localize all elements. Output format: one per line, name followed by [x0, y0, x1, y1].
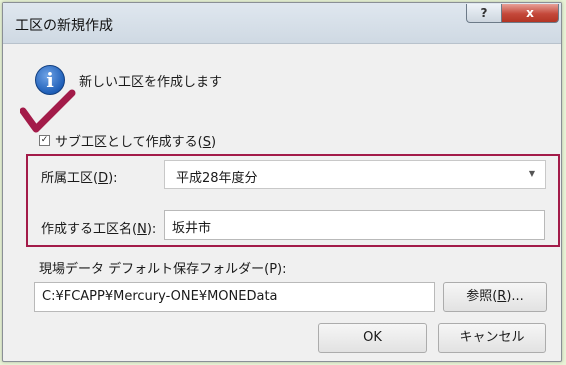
- window-title: 工区の新規作成: [15, 18, 113, 34]
- title-bar: 工区の新規作成 ? x: [3, 3, 561, 44]
- section-name-value: 坂井市: [172, 221, 212, 236]
- ok-button[interactable]: OK: [318, 323, 427, 353]
- info-message: 新しい工区を作成します: [79, 75, 223, 90]
- subtask-checkbox-label: サブ工区として作成する(S): [55, 135, 217, 150]
- chevron-down-icon[interactable]: ▼: [529, 169, 535, 178]
- default-folder-input[interactable]: C:¥FCAPP¥Mercury-ONE¥MONEData: [34, 282, 435, 312]
- default-folder-label: 現場データ デフォルト保存フォルダー(P):: [39, 262, 287, 277]
- parent-section-dropdown[interactable]: 平成28年度分 ▼: [164, 160, 546, 189]
- section-name-label: 作成する工区名(N):: [41, 222, 157, 237]
- new-section-dialog: 工区の新規作成 ? x i 新しい工区を作成します ✓ サブ工区として作成する(…: [2, 2, 562, 362]
- help-button[interactable]: ?: [466, 4, 502, 23]
- default-folder-path: C:¥FCAPP¥Mercury-ONE¥MONEData: [42, 289, 278, 304]
- subtask-checkbox[interactable]: ✓: [39, 135, 50, 146]
- parent-section-label: 所属工区(D):: [41, 171, 118, 186]
- section-name-input[interactable]: 坂井市: [164, 210, 545, 240]
- browse-button[interactable]: 参照(R)...: [443, 282, 547, 312]
- cancel-button[interactable]: キャンセル: [438, 323, 546, 353]
- subtask-checkbox-row[interactable]: ✓ サブ工区として作成する(S): [39, 131, 216, 150]
- parent-section-value: 平成28年度分: [176, 171, 258, 186]
- close-button[interactable]: x: [501, 4, 559, 23]
